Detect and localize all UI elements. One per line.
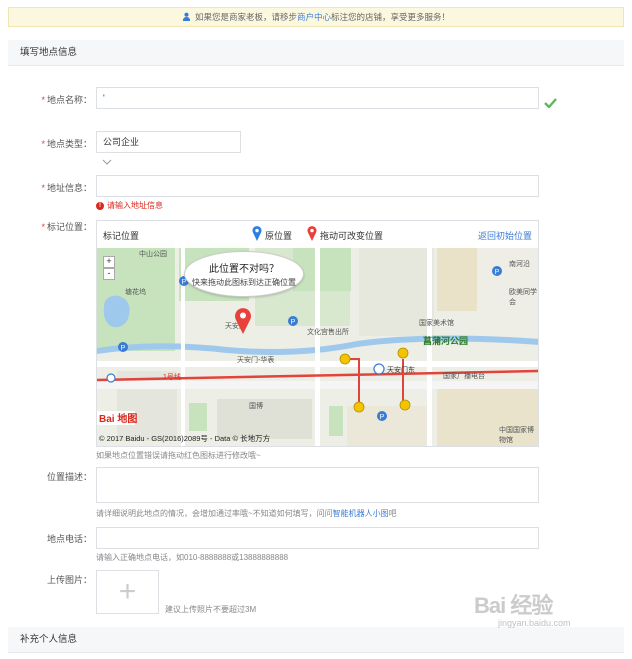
type-label-text: 地点类型： — [46, 139, 92, 149]
robot-helper-link[interactable]: 智能机器人小图 — [333, 509, 389, 518]
legend-drag: 拖动可改变位置 — [320, 231, 384, 241]
map-label: 文化宫售出所 — [307, 329, 349, 336]
description-textarea[interactable] — [96, 467, 539, 503]
draggable-pin-icon[interactable] — [234, 307, 252, 337]
checkmark-icon — [544, 98, 557, 110]
blue-pin-icon — [252, 226, 262, 243]
map-copyright: © 2017 Baidu - GS(2016)2089号 - Data © 长地… — [99, 434, 271, 443]
address-error: ! 请输入地址信息 — [96, 200, 163, 211]
merchant-notice-bar: 如果您是商家老板，请移步商户中心标注您的店铺，享受更多服务！ — [8, 7, 624, 27]
notice-text-after: 标注您的店铺，享受更多服务！ — [331, 12, 451, 22]
svg-text:P: P — [380, 414, 385, 421]
mark-label: * 标记位置： — [6, 220, 92, 233]
address-input[interactable] — [96, 175, 539, 197]
map-label: 中山公园 — [139, 251, 167, 258]
svg-text:P: P — [291, 319, 296, 326]
baidu-jingyan-watermark: Bai 经验 jingyan.baidu.com — [474, 588, 571, 628]
required-mark: * — [41, 183, 45, 193]
phone-label: 地点电话： — [46, 534, 92, 544]
desc-label: 位置描述： — [46, 472, 92, 482]
map-label: 天安门东 — [387, 367, 415, 374]
svg-text:P: P — [495, 269, 500, 276]
upload-photo-button[interactable]: + — [96, 570, 159, 614]
svg-text:P: P — [121, 345, 126, 352]
address-error-text: 请输入地址信息 — [107, 201, 163, 210]
map-label: 国家美术馆 — [419, 320, 454, 327]
zoom-out-button[interactable]: - — [103, 268, 115, 280]
desc-hint-text: 请详细说明此地点的情况，会增加通过率哦~不知道如何填写，问问 — [96, 509, 333, 518]
map-picker[interactable]: P P P P P Bai 地图 中山公园 塘花坞 天安门 文化宫售出所 菖蒲河… — [96, 220, 539, 447]
map-label: 国家广播电台 — [443, 373, 485, 380]
photo-label: 上传图片： — [46, 575, 92, 585]
name-label-text: 地点名称： — [46, 95, 92, 105]
mark-label-text: 标记位置： — [46, 222, 92, 232]
map-label: 菖蒲河公园 — [423, 336, 469, 346]
mark-hint: 如果地点位置错误请拖动红色图标进行修改哦~ — [96, 451, 261, 460]
type-label: * 地点类型： — [6, 137, 92, 150]
photo-hint: 建议上传照片不要超过3M — [165, 605, 257, 614]
watermark-url: jingyan.baidu.com — [498, 618, 571, 628]
map-label: 塘花坞 — [125, 289, 146, 296]
address-label-text: 地址信息： — [46, 183, 92, 193]
bubble-subtitle: 快来拖动此图标到达正确位置 — [192, 278, 296, 287]
baidu-map-logo: Bai 地图 — [99, 412, 137, 425]
bubble-title: 此位置不对吗？ — [209, 264, 279, 275]
map-label: 1号线 — [163, 374, 181, 381]
phone-input[interactable] — [96, 527, 539, 549]
watermark-logo: Bai 经验 — [474, 593, 553, 618]
map-label: 南河沿 — [509, 261, 530, 268]
address-label: * 地址信息： — [6, 181, 92, 194]
reset-position-link[interactable]: 返回初始位置 — [478, 229, 532, 242]
name-label: * 地点名称： — [6, 93, 92, 106]
error-icon: ! — [96, 201, 104, 210]
map-label: 天安门-华表 — [237, 357, 275, 364]
map-label: 中国国家博物馆 — [499, 427, 534, 444]
notice-text-before: 如果您是商家老板，请移步 — [194, 12, 297, 22]
map-label: 欧美同学会 — [509, 289, 537, 306]
legend-original: 原位置 — [265, 231, 293, 241]
section-title-personal: 补充个人信息 — [8, 627, 624, 653]
drag-hint-bubble: 此位置不对吗？ 快来拖动此图标到达正确位置 — [184, 251, 304, 297]
place-name-input[interactable]: ' — [96, 87, 539, 109]
place-type-select[interactable]: 公司企业 — [96, 131, 241, 153]
red-pin-icon — [307, 226, 317, 243]
chevron-down-icon[interactable] — [102, 158, 112, 168]
required-mark: * — [41, 139, 45, 149]
required-mark: * — [41, 95, 45, 105]
section-title-fill-info: 填写地点信息 — [8, 40, 624, 66]
user-icon — [182, 9, 191, 27]
plus-icon: + — [118, 575, 137, 608]
map-header-label: 标记位置 — [103, 231, 140, 241]
merchant-center-link[interactable]: 商户中心 — [297, 12, 331, 22]
required-mark: * — [41, 222, 45, 232]
map-label: 国博 — [249, 403, 263, 410]
desc-hint-suffix: 吧 — [388, 509, 397, 518]
desc-hint: 请详细说明此地点的情况，会增加通过率哦~不知道如何填写，问问智能机器人小图吧 — [96, 508, 397, 519]
map-header: 标记位置 原位置 拖动可改变位置 返回初始位置 — [97, 221, 538, 248]
zoom-in-button[interactable]: + — [103, 256, 115, 268]
phone-hint: 请输入正确地点电话，如010-8888888或13888888888 — [96, 553, 289, 562]
